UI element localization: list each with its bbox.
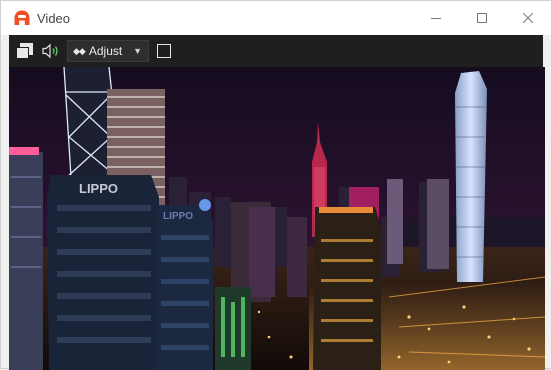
checkbox[interactable]: [157, 44, 171, 58]
video-toolbar: ◆◆ Adjust ▼: [9, 35, 543, 67]
app-logo-icon: [14, 10, 30, 25]
lippo-sign-1: LIPPO: [79, 181, 118, 196]
arrows-icon: ◆◆: [73, 45, 86, 56]
adjust-dropdown[interactable]: ◆◆ Adjust ▼: [67, 40, 149, 62]
maximize-button[interactable]: [459, 1, 505, 35]
close-button[interactable]: [505, 1, 551, 35]
window-controls: [413, 1, 551, 35]
speaker-icon: [42, 43, 58, 59]
video-window: Video ◆◆ Adjust ▼ LIPPO LIPPO: [0, 0, 552, 370]
maximize-icon: [477, 13, 487, 23]
adjust-label: Adjust: [88, 44, 123, 58]
fullscreen-button[interactable]: [15, 42, 35, 60]
volume-button[interactable]: [41, 43, 61, 59]
video-frame[interactable]: LIPPO LIPPO: [9, 67, 545, 370]
close-icon: [523, 13, 533, 23]
title-bar[interactable]: Video: [1, 1, 551, 35]
minimize-icon: [431, 18, 441, 19]
window-restore-icon: [16, 43, 33, 59]
city-night-image: LIPPO LIPPO: [9, 67, 545, 370]
lippo-sign-2: LIPPO: [163, 211, 193, 222]
window-title: Video: [37, 10, 71, 26]
chevron-down-icon: ▼: [133, 46, 142, 56]
minimize-button[interactable]: [413, 1, 459, 35]
